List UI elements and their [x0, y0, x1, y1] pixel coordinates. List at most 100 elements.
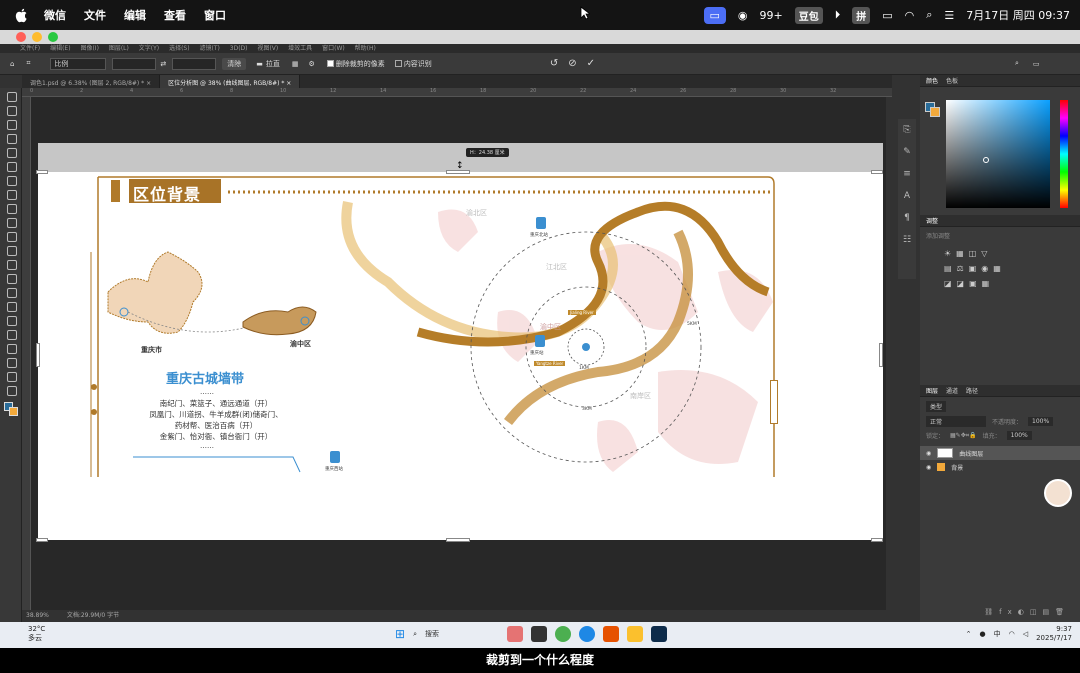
explorer-app-icon[interactable] — [626, 626, 643, 642]
ruler-horizontal[interactable]: 0 2 4 6 8 10 12 14 16 18 20 22 24 26 28 … — [22, 88, 892, 97]
tab-document-2[interactable]: 区位分析图 @ 38% (曲线图层, RGB/8#) * × — [160, 75, 301, 88]
tab-channels[interactable]: 通道 — [946, 386, 958, 395]
ps-menu-layer[interactable]: 图层(L) — [109, 45, 129, 52]
crop-handle-bottom-right[interactable] — [871, 538, 883, 542]
clear-button[interactable]: 清除 — [222, 57, 247, 70]
tab-color[interactable]: 颜色 — [926, 76, 938, 85]
adjust-icons-line[interactable]: ◪◪▣▦ — [944, 276, 1074, 291]
brush-settings-icon[interactable]: ✎ — [898, 141, 916, 163]
close-window-button[interactable] — [16, 32, 26, 42]
crop-handle-bottom[interactable] — [446, 538, 470, 542]
tray-chevron-icon[interactable]: ⌃ — [966, 630, 972, 638]
tray-app-icon[interactable]: ● — [979, 630, 985, 638]
ps-menu-plugins[interactable]: 增效工具 — [288, 45, 312, 52]
menu-wechat[interactable]: 微信 — [44, 7, 66, 23]
reset-icon[interactable]: ↺ — [550, 58, 558, 69]
document-canvas[interactable]: 区位背景 重庆市 渝中区 重庆古城墙带 …… 南纪门、菜篮子、通远通道（开） 凤… — [38, 172, 883, 540]
photoshop-app-icon[interactable] — [650, 626, 667, 642]
workspace-icon[interactable]: ▭ — [1033, 60, 1040, 68]
settings-gear-icon[interactable]: ⚙ — [309, 60, 315, 68]
move-tool-icon[interactable] — [6, 92, 16, 102]
cancel-icon[interactable]: ⊘ — [568, 58, 576, 69]
color-field[interactable] — [946, 100, 1050, 208]
straighten-icon[interactable]: ▬ — [256, 60, 263, 68]
hue-slider[interactable] — [1060, 100, 1068, 208]
crop-handle-top-left[interactable] — [36, 170, 48, 174]
widgets-app-icon[interactable] — [506, 626, 523, 642]
crop-handle-bottom-left[interactable] — [36, 538, 48, 542]
history-panel-icon[interactable]: ⎘ — [898, 119, 916, 141]
crop-tool-icon[interactable]: ⌗ — [26, 59, 30, 68]
weather-widget[interactable]: 32°C 多云 — [12, 625, 45, 643]
ps-menu-type[interactable]: 文字(Y) — [139, 45, 159, 52]
avatar[interactable] — [1044, 479, 1072, 507]
office-app-icon[interactable] — [602, 626, 619, 642]
home-icon[interactable]: ⌂ — [10, 60, 14, 68]
ruler-vertical[interactable] — [22, 97, 31, 612]
crop-handle-right[interactable] — [879, 343, 883, 367]
brush-tool-icon[interactable] — [6, 204, 16, 214]
character-icon[interactable]: A — [898, 185, 916, 207]
tab-layers[interactable]: 图层 — [926, 386, 938, 395]
blur-tool-icon[interactable] — [6, 274, 16, 284]
lock-icons[interactable]: ▦✎✥⌗🔒 — [950, 432, 977, 440]
crop-tool-icon[interactable] — [6, 148, 16, 158]
menu-view[interactable]: 查看 — [164, 7, 186, 23]
minimize-window-button[interactable] — [32, 32, 42, 42]
color-picker-ring[interactable] — [983, 157, 989, 163]
adjust-icons-line[interactable]: ▤⚖▣◉▦ — [944, 261, 1074, 276]
swap-icon[interactable]: ⇄ — [160, 60, 166, 68]
ps-menu-image[interactable]: 图像(I) — [80, 45, 98, 52]
doubao-button[interactable]: 豆包 — [794, 6, 823, 24]
magic-wand-tool-icon[interactable] — [6, 134, 16, 144]
healing-tool-icon[interactable] — [6, 190, 16, 200]
adjust-icons-line[interactable]: ☀▦◫▽ — [944, 246, 1074, 261]
battery-icon[interactable]: ▭ — [882, 9, 892, 22]
pen-tool-icon[interactable] — [6, 302, 16, 312]
dodge-tool-icon[interactable] — [6, 288, 16, 298]
ps-menu-edit[interactable]: 编辑(E) — [50, 45, 70, 52]
ps-menu-help[interactable]: 帮助(H) — [355, 45, 376, 52]
network-icon[interactable]: ◠ — [1009, 630, 1015, 638]
file-app-icon[interactable] — [530, 626, 547, 642]
crop-handle-top-right[interactable] — [871, 170, 883, 174]
more-tools-icon[interactable] — [6, 386, 16, 396]
tab-swatches[interactable]: 色板 — [946, 76, 958, 85]
fill-input[interactable]: 100% — [1006, 431, 1032, 440]
search-icon[interactable]: ⌕ — [1015, 59, 1019, 68]
layer-item-curves[interactable]: ◉ 曲线图层 — [920, 446, 1080, 460]
chrome-app-icon[interactable] — [554, 626, 571, 642]
input-method[interactable]: 拼 — [852, 6, 871, 24]
ps-menu-3d[interactable]: 3D(D) — [230, 45, 248, 52]
crop-handle-left[interactable] — [36, 343, 40, 367]
paragraph-icon[interactable]: ¶ — [898, 207, 916, 229]
commit-check-icon[interactable]: ✓ — [587, 58, 595, 69]
bg-color-chip[interactable] — [930, 107, 940, 117]
delete-cropped-checkbox[interactable]: 删除裁剪的像素 — [326, 59, 385, 69]
apple-icon[interactable] — [14, 7, 30, 23]
crop-width-input[interactable] — [112, 57, 157, 70]
ps-menu-file[interactable]: 文件(F) — [20, 45, 40, 52]
zoom-window-button[interactable] — [48, 32, 58, 42]
blend-mode-select[interactable]: 正常 — [926, 416, 986, 427]
layer-footer-icons[interactable]: ⛓fx◐◫▤🗑 — [984, 608, 1070, 616]
overlay-grid-icon[interactable]: ▦ — [292, 60, 299, 68]
menu-file[interactable]: 文件 — [84, 7, 106, 23]
volume-icon[interactable]: ◁ — [1023, 630, 1028, 638]
lasso-tool-icon[interactable] — [6, 120, 16, 130]
ime-indicator[interactable]: 中 — [994, 629, 1001, 639]
wifi-icon[interactable]: ◠ — [905, 9, 915, 22]
taskbar-search[interactable]: 搜索 — [425, 629, 439, 639]
ps-menu-window[interactable]: 窗口(W) — [322, 45, 345, 52]
eye-icon[interactable]: ◉ — [926, 450, 931, 457]
straighten-label[interactable]: 拉直 — [266, 59, 280, 69]
ps-menu-view[interactable]: 视图(V) — [257, 45, 278, 52]
start-icon[interactable]: ⊞ — [395, 627, 405, 641]
search-icon[interactable]: ⌕ — [926, 8, 932, 22]
adjustments-icon[interactable]: ☷ — [898, 229, 916, 251]
crop-height-input[interactable] — [172, 57, 217, 70]
eye-icon[interactable]: ◉ — [926, 464, 931, 471]
hand-tool-icon[interactable] — [6, 358, 16, 368]
stamp-tool-icon[interactable] — [6, 218, 16, 228]
type-tool-icon[interactable] — [6, 316, 16, 326]
